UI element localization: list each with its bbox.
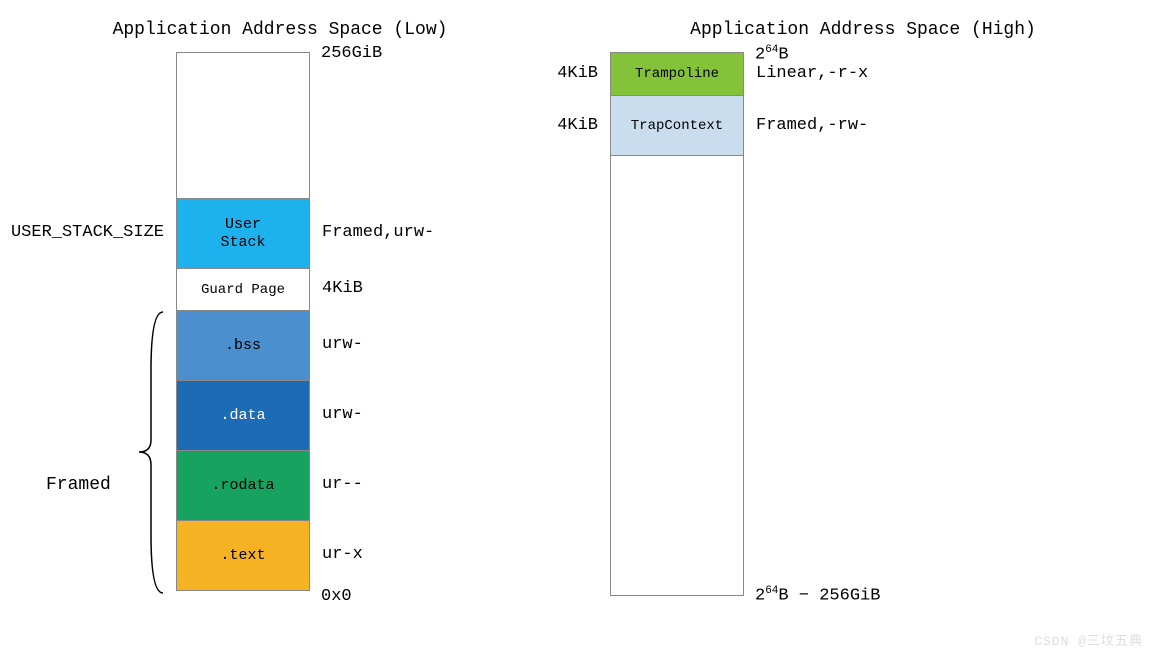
text-label: .text bbox=[220, 547, 265, 564]
low-bottom-addr: 0x0 bbox=[321, 587, 352, 606]
user-stack-segment: UserStack USER_STACK_SIZE Framed,urw- bbox=[177, 198, 309, 268]
user-stack-label: UserStack bbox=[220, 216, 265, 252]
bss-label: .bss bbox=[225, 337, 261, 354]
high-top-addr: 264B bbox=[755, 44, 789, 65]
watermark-text: CSDN @三坟五典 bbox=[1034, 630, 1143, 649]
data-label: .data bbox=[220, 407, 265, 424]
trapcontext-segment: TrapContext 4KiB Framed,-rw- bbox=[611, 95, 743, 155]
low-empty-region bbox=[177, 53, 309, 198]
high-stack: Trampoline 4KiB Linear,-r-x TrapContext … bbox=[610, 52, 744, 596]
trampoline-segment: Trampoline 4KiB Linear,-r-x bbox=[611, 53, 743, 95]
guard-page-label: Guard Page bbox=[201, 282, 285, 298]
low-top-addr: 256GiB bbox=[321, 44, 382, 63]
trapcontext-label: TrapContext bbox=[631, 118, 723, 134]
low-stack: UserStack USER_STACK_SIZE Framed,urw- Gu… bbox=[176, 52, 310, 591]
rodata-segment: .rodata ur-- bbox=[177, 450, 309, 520]
bss-right-label: urw- bbox=[322, 335, 363, 354]
rodata-label: .rodata bbox=[211, 477, 274, 494]
trampoline-left-label: 4KiB bbox=[557, 64, 598, 83]
trapcontext-left-label: 4KiB bbox=[557, 116, 598, 135]
high-empty-region bbox=[611, 155, 743, 595]
data-segment: .data urw- bbox=[177, 380, 309, 450]
bss-segment: .bss urw- bbox=[177, 310, 309, 380]
rodata-right-label: ur-- bbox=[322, 475, 363, 494]
low-address-diagram: 256GiB UserStack USER_STACK_SIZE Framed,… bbox=[176, 52, 310, 596]
trapcontext-right-label: Framed,-rw- bbox=[756, 116, 868, 135]
trampoline-right-label: Linear,-r-x bbox=[756, 64, 868, 83]
text-right-label: ur-x bbox=[322, 545, 363, 564]
user-stack-right-label: Framed,urw- bbox=[322, 223, 434, 242]
high-address-diagram: 264B Trampoline 4KiB Linear,-r-x TrapCon… bbox=[610, 52, 744, 596]
data-right-label: urw- bbox=[322, 405, 363, 424]
text-segment: .text ur-x bbox=[177, 520, 309, 590]
guard-page-segment: Guard Page 4KiB bbox=[177, 268, 309, 310]
guard-page-right-label: 4KiB bbox=[322, 279, 363, 298]
framed-brace-icon bbox=[131, 310, 171, 595]
framed-label: Framed bbox=[46, 475, 111, 495]
user-stack-left-label: USER_STACK_SIZE bbox=[11, 223, 164, 242]
title-high: Application Address Space (High) bbox=[593, 20, 1133, 40]
title-low: Application Address Space (Low) bbox=[30, 20, 530, 40]
high-bottom-addr: 264B − 256GiB bbox=[755, 585, 880, 606]
trampoline-label: Trampoline bbox=[635, 66, 719, 82]
